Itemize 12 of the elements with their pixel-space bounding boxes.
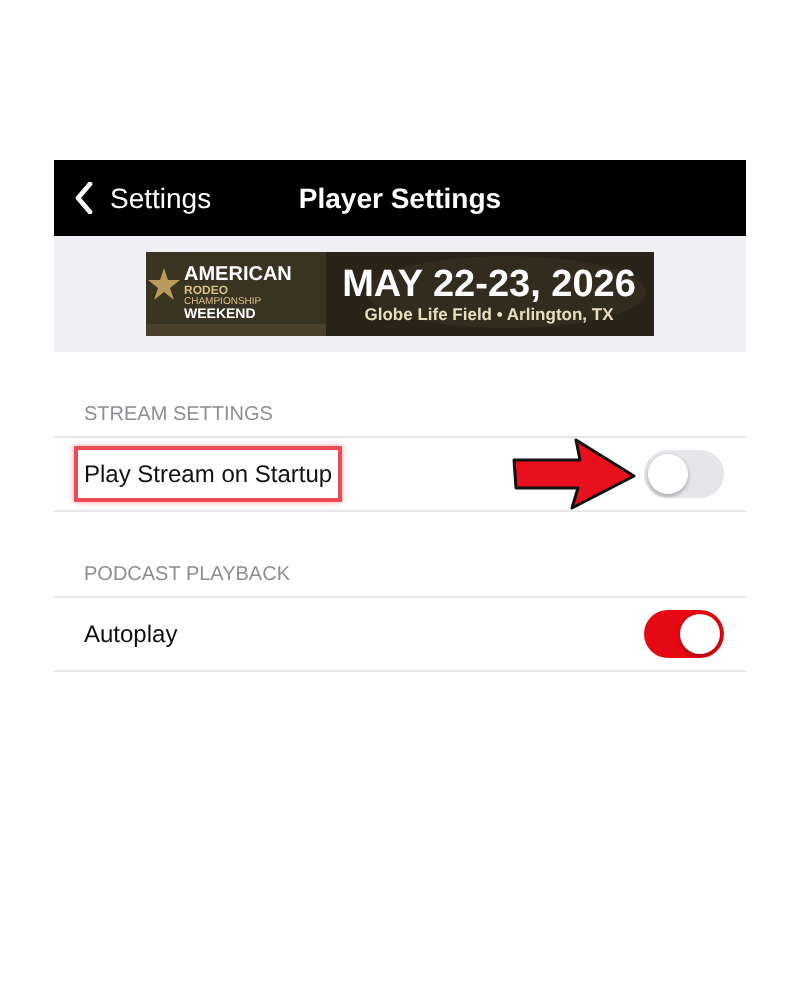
banner-brand: AMERICAN <box>184 266 292 286</box>
toggle-switch[interactable] <box>644 610 724 658</box>
nav-title: Player Settings <box>298 182 502 214</box>
banner-date: MAY 22-23, 2026 <box>342 265 636 305</box>
row-label: Play Stream on Startup <box>74 446 343 502</box>
section-header: PODCAST PLAYBACK <box>82 562 292 590</box>
banner-venue: Globe Life Field • Arlington, TX <box>364 305 614 323</box>
chevron-left-icon <box>74 182 94 214</box>
toggle-switch[interactable] <box>644 450 724 498</box>
back-button[interactable]: Settings <box>54 182 212 214</box>
section-header: STREAM SETTINGS <box>82 402 275 430</box>
row-label: Autoplay <box>82 618 180 652</box>
